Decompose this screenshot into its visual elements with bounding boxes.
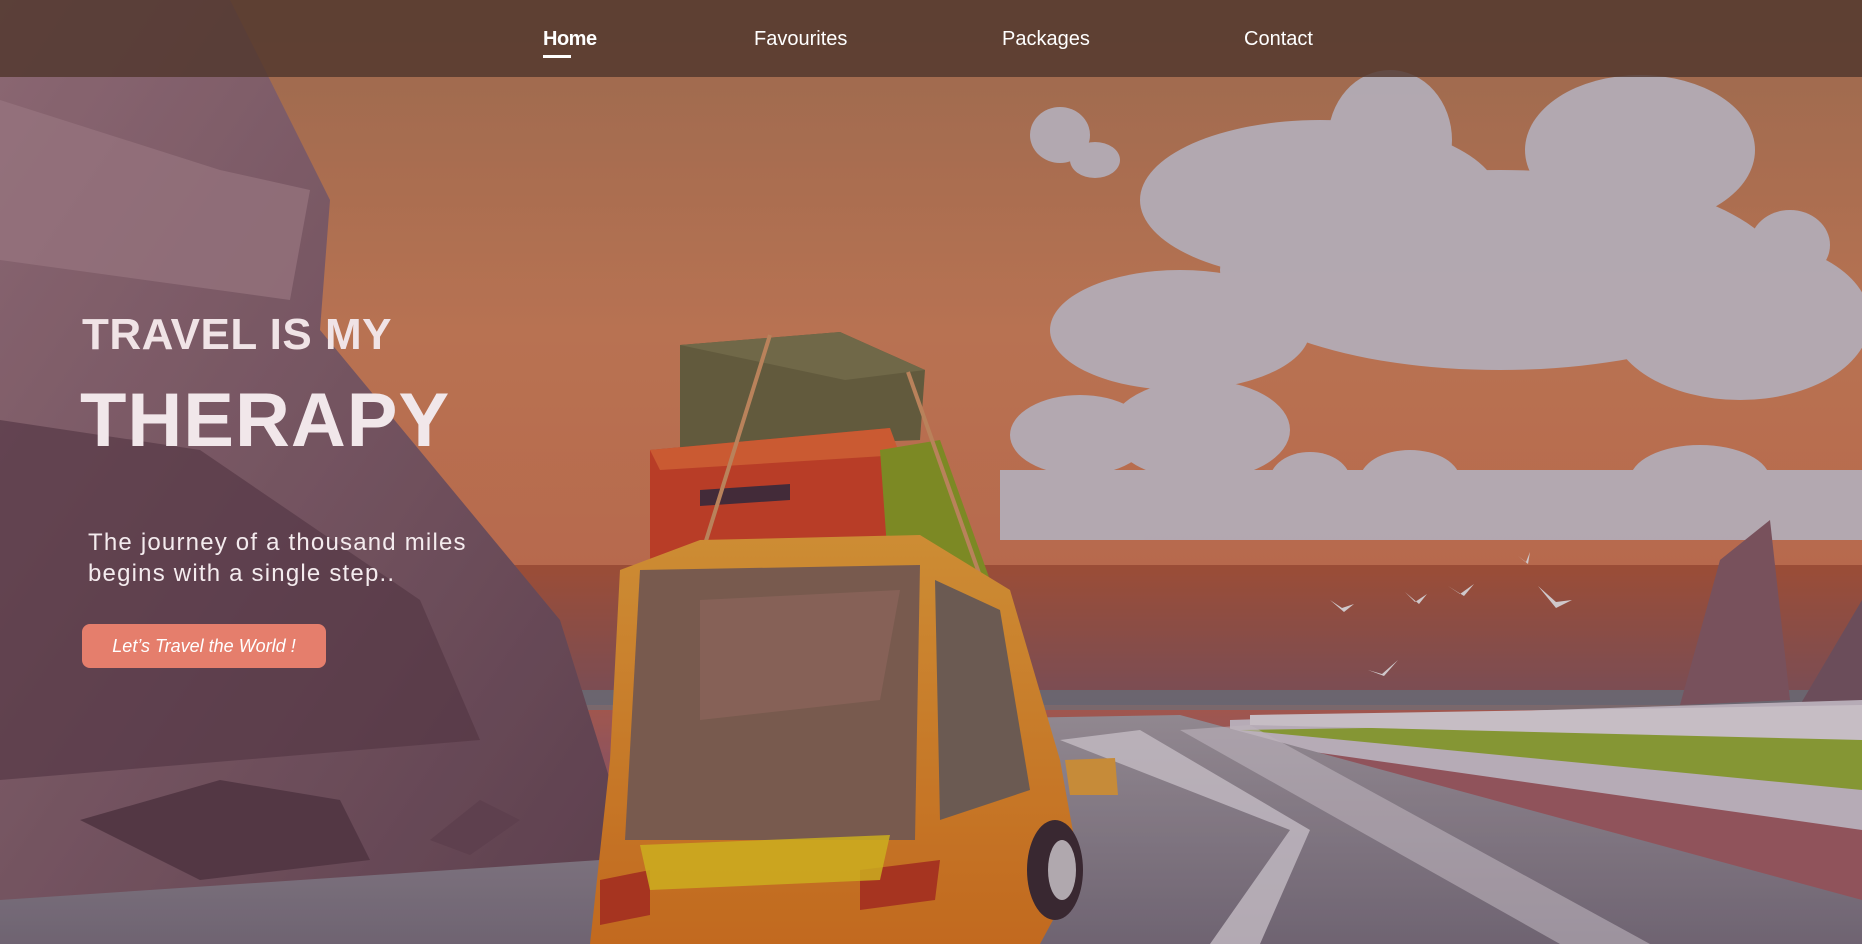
hero-subtitle: The journey of a thousand miles begins w…: [88, 529, 467, 587]
hero-kicker: TRAVEL IS MY: [82, 310, 392, 359]
travel-cta-button[interactable]: Let’s Travel the World !: [82, 624, 326, 668]
hero-title: THERAPY: [80, 378, 451, 463]
nav-link-contact[interactable]: Contact: [1244, 28, 1313, 51]
nav-link-home[interactable]: Home: [543, 28, 597, 58]
top-navbar: Home Favourites Packages Contact: [0, 0, 1862, 77]
background-illustration: [0, 0, 1862, 944]
nav-link-favourites[interactable]: Favourites: [754, 28, 847, 51]
hero-scene: Home Favourites Packages Contact TRAVEL …: [0, 0, 1862, 944]
nav-link-packages[interactable]: Packages: [1002, 28, 1090, 51]
